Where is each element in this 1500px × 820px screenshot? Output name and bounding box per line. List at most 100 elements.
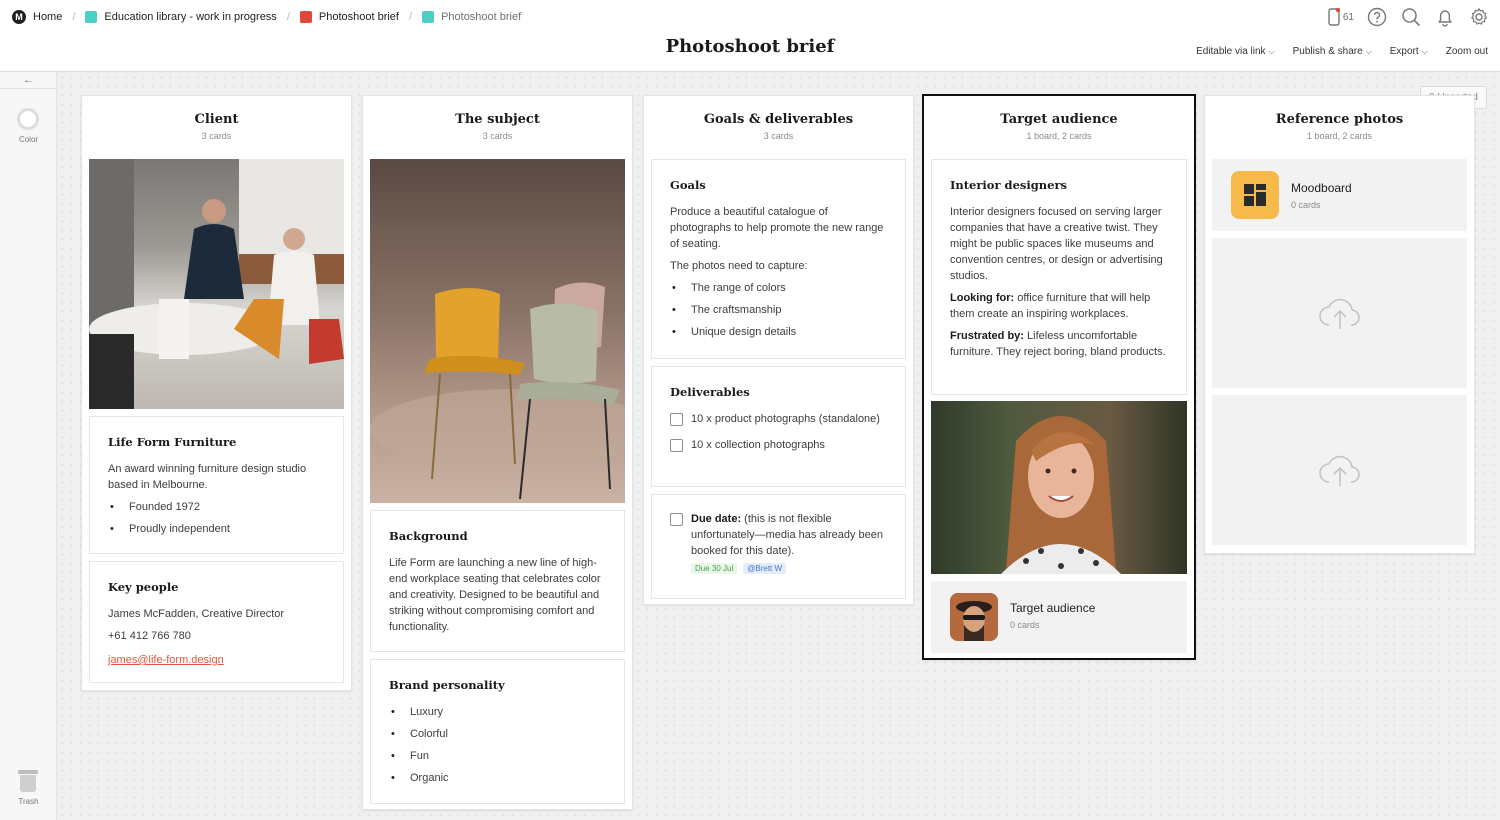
image-upload-placeholder[interactable]	[1212, 238, 1467, 388]
card-heading: Interior designers	[950, 178, 1067, 192]
column-goals[interactable]: Goals & deliverables 3 cards Goals Produ…	[643, 95, 914, 605]
task-tags: Due 30 Jul @Brett W	[670, 563, 887, 574]
chairs-illustration	[370, 282, 625, 500]
frustrated-by-label: Frustrated by:	[950, 330, 1024, 342]
card-body: An award winning furniture design studio…	[108, 463, 307, 491]
board-target-audience[interactable]: Target audience 0 cards	[931, 581, 1187, 653]
card-body-capture: The photos need to capture:	[670, 260, 808, 272]
image-upload-placeholder[interactable]	[1212, 395, 1467, 545]
task-item: Due date: (this is not flexible unfortun…	[670, 511, 887, 559]
column-card-count: 1 board, 2 cards	[1026, 131, 1092, 141]
card-body: Life Form are launching a new line of hi…	[389, 557, 601, 633]
card-key-people[interactable]: Key people James McFadden, Creative Dire…	[89, 561, 344, 683]
list-item: The range of colors	[670, 280, 887, 296]
task-label: 10 x product photographs (standalone)	[691, 413, 880, 425]
task-checkbox[interactable]	[670, 513, 683, 526]
chairs-photo[interactable]	[370, 159, 625, 503]
breadcrumb-item-current[interactable]: Photoshoot brief	[422, 11, 521, 23]
publish-share-button[interactable]: Publish & share ⌵	[1293, 46, 1372, 57]
client-team-photo[interactable]	[89, 159, 344, 409]
notifications-button[interactable]	[1434, 6, 1456, 28]
card-company[interactable]: Life Form Furniture An award winning fur…	[89, 416, 344, 554]
column-card-count: 3 cards	[482, 131, 513, 141]
column-header: The subject 3 cards	[363, 96, 632, 141]
column-header: Client 3 cards	[82, 96, 351, 141]
board-name: Moodboard	[1291, 181, 1352, 195]
publish-label: Publish & share	[1292, 46, 1363, 57]
assignee-tag[interactable]: @Brett W	[743, 563, 787, 574]
breadcrumb-separator: /	[286, 11, 290, 23]
search-button[interactable]	[1400, 6, 1422, 28]
zoom-label: Zoom out	[1445, 46, 1488, 57]
share-menu: Editable via link ⌵ Publish & share ⌵ Expo…	[1196, 46, 1488, 57]
contact-email-link[interactable]: james@life-form.design	[108, 654, 224, 666]
breadcrumb-label: Photoshoot brief	[318, 11, 399, 23]
collapse-arrow-icon[interactable]: ←	[0, 72, 57, 89]
list-item: Founded 1972	[108, 499, 325, 515]
card-heading: Background	[389, 529, 468, 543]
board-color-icon	[422, 11, 435, 23]
task-label: 10 x collection photographs	[691, 439, 825, 451]
breadcrumb-separator: /	[409, 11, 413, 23]
column-target-audience[interactable]: Target audience 1 board, 2 cards Interio…	[922, 94, 1196, 660]
column-reference-photos[interactable]: Reference photos 1 board, 2 cards Moodbo…	[1204, 95, 1475, 554]
column-card-count: 3 cards	[201, 131, 232, 141]
breadcrumb-home[interactable]: M Home	[12, 10, 62, 24]
list-item: Unique design details	[670, 324, 887, 340]
column-title: Reference photos	[1275, 112, 1404, 127]
frustrated-by-text: Frustrated by: Lifeless uncomfortable fu…	[950, 328, 1168, 360]
task-checkbox[interactable]	[670, 413, 683, 426]
board-moodboard[interactable]: Moodboard 0 cards	[1212, 159, 1467, 231]
list-item: Proudly independent	[108, 521, 325, 537]
editable-label: Editable via link	[1196, 46, 1266, 57]
list-item: Organic	[389, 770, 606, 786]
column-title: Client	[194, 112, 239, 127]
breadcrumb-label: Education library - work in progress	[104, 11, 277, 23]
task-checkbox[interactable]	[670, 439, 683, 452]
zoom-out-button[interactable]: Zoom out	[1446, 46, 1488, 57]
settings-button[interactable]	[1468, 6, 1490, 28]
editable-via-link-button[interactable]: Editable via link ⌵	[1196, 46, 1275, 57]
card-brand-personality[interactable]: Brand personality Luxury Colorful Fun Or…	[370, 659, 625, 804]
breadcrumb-item-education[interactable]: Education library - work in progress	[85, 11, 277, 23]
top-icon-bar: 61	[1328, 6, 1490, 28]
column-title: Target audience	[1000, 112, 1118, 127]
export-button[interactable]: Export ⌵	[1390, 46, 1428, 57]
bell-icon	[1438, 10, 1452, 27]
chevron-down-icon: ⌵	[1268, 46, 1275, 56]
card-body: Produce a beautiful catalogue of photogr…	[670, 206, 884, 250]
breadcrumb-item-photoshoot[interactable]: Photoshoot brief	[299, 11, 399, 23]
card-heading: Life Form Furniture	[108, 435, 237, 449]
column-header: Goals & deliverables 3 cards	[644, 96, 913, 141]
card-interior-designers[interactable]: Interior designers Interior designers fo…	[931, 159, 1187, 395]
portrait-illustration	[1001, 416, 1121, 574]
chevron-down-icon: ⌵	[1421, 46, 1428, 56]
list-item: The craftsmanship	[670, 302, 887, 318]
card-goals[interactable]: Goals Produce a beautiful catalogue of p…	[651, 159, 906, 359]
board-card-count: 0 cards	[1010, 620, 1040, 630]
color-picker-button[interactable]	[17, 108, 39, 130]
help-button[interactable]	[1366, 6, 1388, 28]
column-client[interactable]: Client 3 cards Life Form Furniture An aw…	[81, 95, 352, 691]
client-photo-illustration	[89, 159, 344, 409]
device-button[interactable]: 61	[1328, 8, 1354, 26]
column-subject[interactable]: The subject 3 cards Background Life Form…	[362, 95, 633, 810]
milanote-logo-icon: M	[12, 10, 26, 24]
moodboard-icon	[1231, 171, 1279, 219]
board-color-icon	[85, 11, 98, 23]
due-date-tag[interactable]: Due 30 Jul	[691, 563, 738, 574]
card-due-date[interactable]: Due date: (this is not flexible unfortun…	[651, 494, 906, 599]
contact-name: James McFadden, Creative Director	[108, 608, 285, 620]
task-label: Due date: (this is not flexible unfortun…	[691, 511, 887, 559]
device-count: 61	[1342, 11, 1354, 23]
card-deliverables[interactable]: Deliverables 10 x product photographs (s…	[651, 366, 906, 487]
task-item: 10 x product photographs (standalone)	[670, 411, 887, 427]
card-background[interactable]: Background Life Form are launching a new…	[370, 510, 625, 652]
column-title: The subject	[455, 112, 540, 127]
list-item: Colorful	[389, 726, 606, 742]
due-date-label: Due date:	[691, 513, 742, 525]
column-card-count: 3 cards	[763, 131, 794, 141]
woman-portrait-photo[interactable]	[931, 401, 1187, 574]
contact-phone: +61 412 766 780	[108, 630, 191, 642]
trash-icon[interactable]	[18, 770, 38, 792]
